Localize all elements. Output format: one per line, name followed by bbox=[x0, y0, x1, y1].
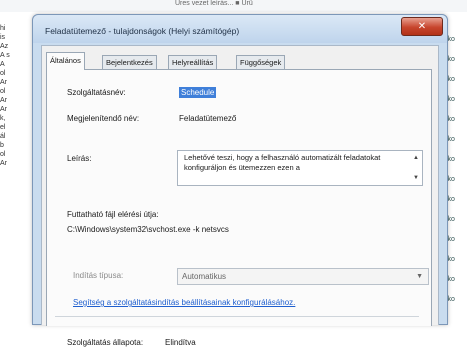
bg-text-fragment: ol bbox=[0, 70, 6, 77]
scroll-up-icon[interactable]: ▲ bbox=[412, 154, 420, 162]
bg-text-fragment: Ar bbox=[0, 160, 7, 167]
bg-text-fragment: iko bbox=[446, 176, 455, 183]
properties-dialog: Feladatütemező - tulajdonságok (Helyi sz… bbox=[32, 14, 448, 347]
background-right-text: iko iko iko iko iko iko iko iko iko iko … bbox=[446, 35, 467, 315]
exe-path-label: Futtatható fájl elérési útja: bbox=[67, 210, 159, 219]
display-name-label: Megjelenítendő név: bbox=[67, 114, 140, 123]
bg-text-fragment: Az bbox=[0, 43, 9, 50]
window-title: Feladatütemező - tulajdonságok (Helyi sz… bbox=[45, 26, 240, 36]
description-text: Lehetővé teszi, hogy a felhasználó autom… bbox=[184, 153, 381, 172]
description-box[interactable]: Lehetővé teszi, hogy a felhasználó autom… bbox=[177, 150, 423, 186]
bg-text-fragment: iko bbox=[446, 256, 455, 263]
general-tab-panel: Szolgáltatásnév: Schedule Megjelenítendő… bbox=[46, 69, 432, 347]
background-top-text: Üres vezet leírás... ■ Ürü bbox=[175, 0, 253, 7]
bg-text-fragment: Ar bbox=[0, 106, 7, 113]
startup-type-label: Indítás típusa: bbox=[73, 271, 124, 280]
bg-text-fragment: Ar bbox=[0, 97, 7, 104]
scroll-down-icon[interactable]: ▼ bbox=[412, 174, 420, 182]
bg-text-fragment: iko bbox=[446, 116, 455, 123]
bg-text-fragment: iko bbox=[446, 276, 455, 283]
bg-text-fragment: iko bbox=[446, 196, 455, 203]
background-top-bar: Üres vezet leírás... ■ Ürü bbox=[0, 0, 467, 12]
bg-text-fragment: ál bbox=[0, 133, 6, 140]
close-button[interactable]: ✕ bbox=[401, 17, 443, 36]
service-name-label: Szolgáltatásnév: bbox=[67, 88, 126, 97]
bg-text-fragment: iko bbox=[446, 76, 455, 83]
exe-path-value: C:\Windows\system32\svchost.exe -k netsv… bbox=[67, 225, 229, 234]
bg-text-fragment: iko bbox=[446, 216, 455, 223]
service-status-value: Elindítva bbox=[165, 338, 196, 347]
bg-text-fragment: is bbox=[0, 34, 6, 41]
bg-text-fragment: ol bbox=[0, 151, 6, 158]
bg-text-fragment: iko bbox=[446, 136, 455, 143]
background-left-text: hi is Az A s A ol Ar ol Ar Ar k, el ál b… bbox=[0, 24, 32, 168]
bg-text-fragment: el bbox=[0, 124, 6, 131]
bg-text-fragment: A s bbox=[0, 52, 10, 59]
bg-text-fragment: iko bbox=[446, 56, 455, 63]
close-icon: ✕ bbox=[417, 21, 427, 32]
bg-text-fragment: hi bbox=[0, 25, 6, 32]
bg-text-fragment: ol bbox=[0, 88, 6, 95]
bg-text-fragment: b bbox=[0, 142, 4, 149]
bg-text-fragment: iko bbox=[446, 236, 455, 243]
divider bbox=[55, 316, 419, 317]
dialog-body: Általános Bejelentkezés Helyreállítás Fü… bbox=[41, 45, 439, 347]
service-status-label: Szolgáltatás állapota: bbox=[67, 338, 144, 347]
bg-text-fragment: iko bbox=[446, 156, 455, 163]
bg-text-fragment: iko bbox=[446, 296, 455, 303]
description-scrollbar[interactable]: ▲ ▼ bbox=[412, 154, 420, 182]
bg-text-fragment: A bbox=[0, 61, 5, 68]
tab-dependencies[interactable]: Függőségek bbox=[236, 55, 286, 69]
description-label: Leírás: bbox=[67, 154, 92, 163]
bg-text-fragment: Ar bbox=[0, 79, 7, 86]
startup-type-value: Automatikus bbox=[182, 272, 227, 281]
chevron-down-icon: ▼ bbox=[416, 273, 423, 280]
bg-text-fragment: iko bbox=[446, 36, 455, 43]
tab-general[interactable]: Általános bbox=[46, 52, 85, 70]
service-name-value[interactable]: Schedule bbox=[179, 87, 217, 98]
bg-text-fragment: iko bbox=[446, 96, 455, 103]
bg-text-fragment: k, bbox=[0, 115, 6, 122]
startup-type-select[interactable]: Automatikus ▼ bbox=[177, 268, 429, 285]
startup-config-help-link[interactable]: Segítség a szolgáltatásindítás beállítás… bbox=[73, 298, 295, 307]
display-name-value: Feladatütemező bbox=[179, 114, 237, 123]
title-bar[interactable]: Feladatütemező - tulajdonságok (Helyi sz… bbox=[33, 15, 447, 43]
tab-logon[interactable]: Bejelentkezés bbox=[102, 55, 157, 69]
tab-recovery[interactable]: Helyreállítás bbox=[168, 55, 218, 69]
